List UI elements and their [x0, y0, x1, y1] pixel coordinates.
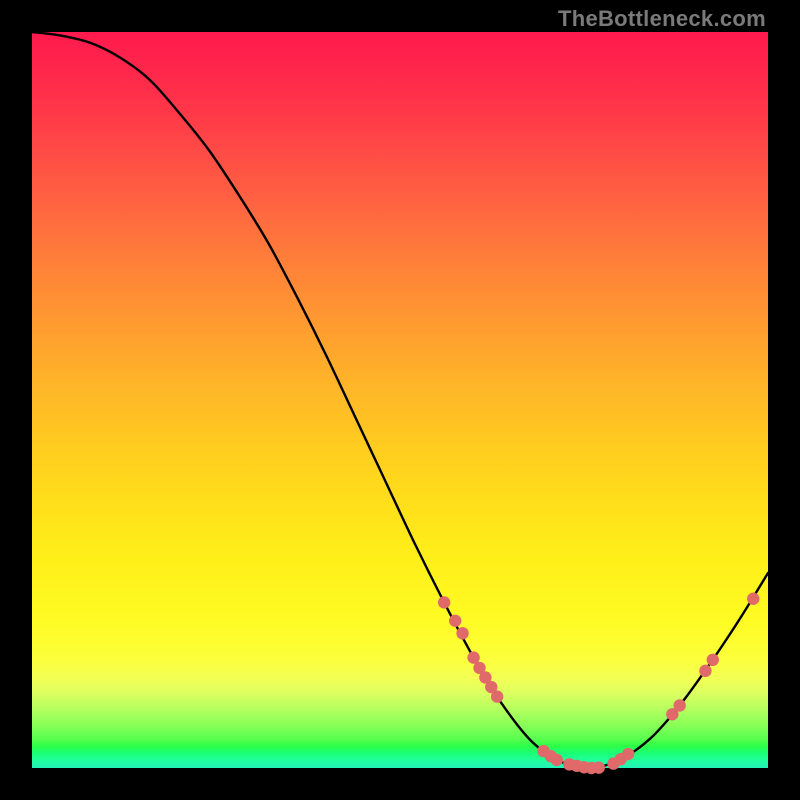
marker-dot [593, 761, 605, 773]
curve-svg [32, 32, 768, 768]
marker-dot [673, 699, 685, 711]
watermark-text: TheBottleneck.com [558, 6, 766, 32]
marker-dot [491, 690, 503, 702]
marker-dot [449, 615, 461, 627]
marker-dot [551, 754, 563, 766]
marker-group [438, 593, 760, 775]
chart-stage: TheBottleneck.com [0, 0, 800, 800]
marker-dot [622, 748, 634, 760]
marker-dot [747, 593, 759, 605]
marker-dot [707, 654, 719, 666]
plot-area [32, 32, 768, 768]
marker-dot [438, 596, 450, 608]
marker-dot [699, 665, 711, 677]
marker-dot [456, 627, 468, 639]
bottleneck-curve [32, 32, 768, 768]
